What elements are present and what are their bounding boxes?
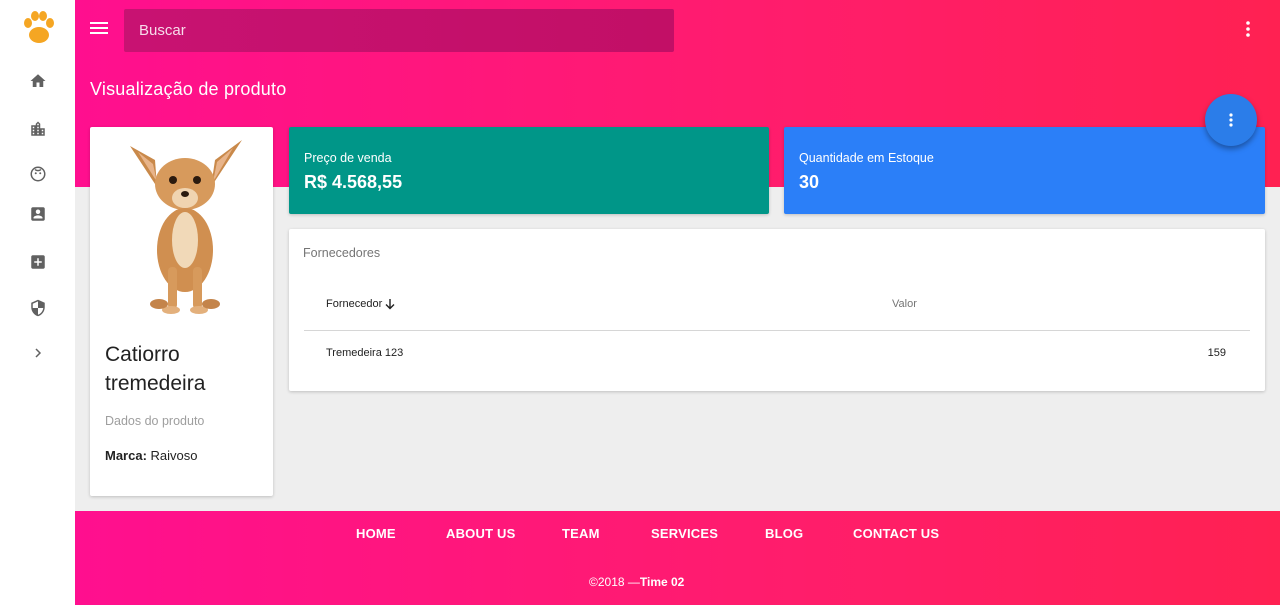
- column-header-fornecedor[interactable]: Fornecedor: [326, 298, 395, 310]
- search-input[interactable]: [124, 9, 674, 52]
- footer-link-blog[interactable]: BLOG: [765, 526, 803, 541]
- hamburger-menu-icon[interactable]: [90, 20, 108, 36]
- copyright-team: Time 02: [639, 575, 685, 589]
- sidebar-item-medical[interactable]: [27, 251, 49, 273]
- sidebar-rail: [0, 0, 75, 605]
- home-icon: [30, 74, 46, 87]
- sidebar-item-city[interactable]: [27, 118, 49, 140]
- footer-link-services[interactable]: SERVICES: [651, 526, 718, 541]
- product-name: Catiorro tremedeira: [105, 343, 206, 395]
- arrow-down-icon: [385, 298, 395, 309]
- footer-link-about[interactable]: ABOUT US: [446, 526, 516, 541]
- footer-link-contact[interactable]: CONTACT US: [853, 526, 939, 541]
- price-value: R$ 4.568,55: [304, 172, 403, 192]
- sidebar-item-face[interactable]: [27, 163, 49, 185]
- table-cell-value: 159: [1207, 347, 1226, 359]
- suppliers-card: Fornecedores Fornecedor Valor Tremedeira…: [289, 229, 1265, 391]
- stock-card: Quantidade em Estoque 30: [784, 127, 1265, 214]
- footer-link-home[interactable]: HOME: [356, 526, 396, 541]
- product-brand: Marca: Raivoso: [105, 448, 198, 463]
- brand-value: Raivoso: [150, 448, 198, 463]
- copyright-prefix: ©2018 —: [589, 575, 640, 589]
- fab-more-button[interactable]: [1205, 94, 1257, 146]
- sidebar-item-security[interactable]: [27, 297, 49, 319]
- more-options-button[interactable]: [1238, 18, 1258, 40]
- sidebar-expand[interactable]: [27, 342, 49, 364]
- footer-link-team[interactable]: TEAM: [562, 526, 600, 541]
- security-shield-icon: [31, 299, 45, 317]
- copyright: ©2018 —Time 02: [589, 575, 684, 589]
- brand-label: Marca:: [105, 448, 147, 463]
- city-icon: [31, 121, 45, 136]
- price-card: Preço de venda R$ 4.568,55: [289, 127, 769, 214]
- sidebar-item-home[interactable]: [27, 70, 49, 92]
- table-cell-supplier: Tremedeira 123: [326, 347, 404, 359]
- paw-logo-icon: [24, 11, 54, 43]
- contact-card-icon: [31, 207, 45, 221]
- suppliers-title: Fornecedores: [303, 246, 381, 260]
- face-icon: [30, 166, 46, 182]
- page-title: Visualização de produto: [90, 79, 287, 99]
- more-vert-icon: [1246, 21, 1250, 37]
- sidebar-item-contacts[interactable]: [27, 203, 49, 225]
- chevron-right-icon: [35, 348, 42, 358]
- product-card: Catiorro tremedeira Dados do produto Mar…: [90, 127, 273, 496]
- product-section-label: Dados do produto: [105, 414, 205, 428]
- product-image: [130, 140, 242, 314]
- table-header-divider: [304, 330, 1250, 331]
- column-header-valor[interactable]: Valor: [892, 298, 917, 310]
- medical-cross-icon: [31, 255, 45, 269]
- column-header-label: Fornecedor: [326, 298, 383, 310]
- stock-label: Quantidade em Estoque: [799, 151, 934, 165]
- stock-value: 30: [799, 172, 820, 192]
- price-label: Preço de venda: [304, 151, 392, 165]
- more-vert-icon: [1229, 113, 1233, 127]
